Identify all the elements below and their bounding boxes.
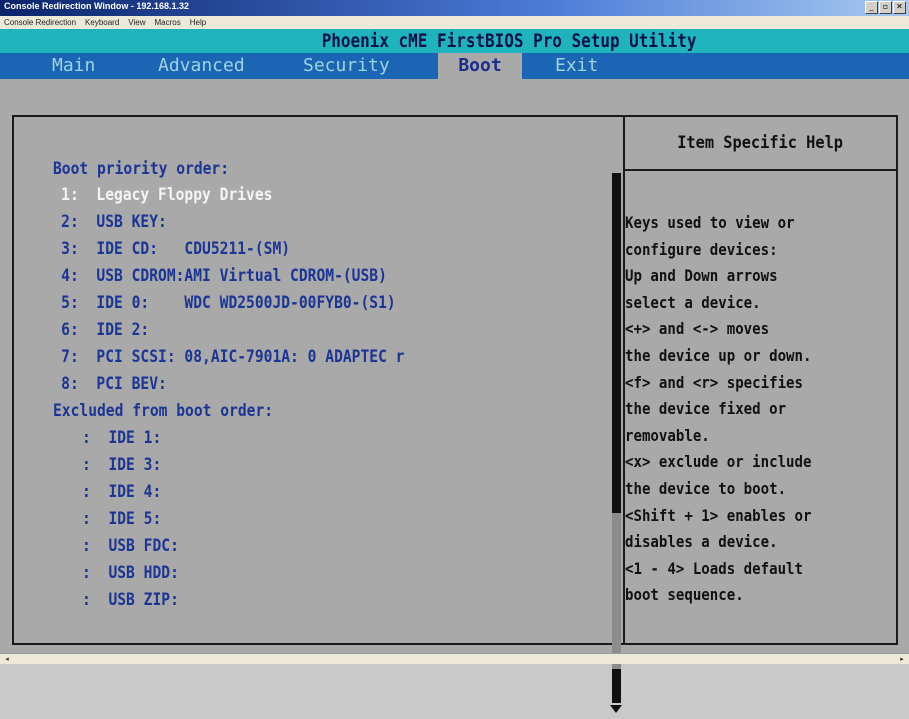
window-title: Console Redirection Window - 192.168.1.3… [4, 1, 189, 11]
help-line: <f> and <r> specifies [625, 372, 804, 392]
tab-security[interactable]: Security [303, 53, 390, 79]
boot-item[interactable]: 3: IDE CD: CDU5211-(SM) [53, 239, 329, 259]
help-line: disables a device. [625, 532, 778, 552]
help-line: Up and Down arrows [625, 266, 778, 286]
tab-main[interactable]: Main [52, 53, 95, 79]
minimize-icon[interactable]: _ [865, 1, 878, 14]
help-divider [625, 169, 896, 171]
menu-macros[interactable]: Macros [155, 16, 181, 29]
help-line: removable. [625, 425, 710, 445]
boot-item[interactable]: 4: USB CDROM:AMI Virtual CDROM-(USB) [53, 266, 441, 286]
boot-item[interactable]: 7: PCI SCSI: 08,AIC-7901A: 0 ADAPTEC r [53, 347, 462, 367]
window-controls: _ ▫ ✕ [865, 1, 906, 14]
close-icon[interactable]: ✕ [893, 1, 906, 14]
scroll-left-icon[interactable]: ◂ [2, 654, 12, 664]
menu-view[interactable]: View [128, 16, 145, 29]
window-titlebar[interactable]: Console Redirection Window - 192.168.1.3… [0, 0, 909, 16]
bios-title: Phoenix cME FirstBIOS Pro Setup Utility [0, 29, 909, 53]
boot-item[interactable]: 5: IDE 0: WDC WD2500JD-00FYB0-(S1) [53, 293, 451, 313]
help-line: boot sequence. [625, 585, 744, 605]
help-line: <+> and <-> moves [625, 319, 770, 339]
excluded-item[interactable]: : USB ZIP: [53, 590, 199, 610]
tab-exit[interactable]: Exit [555, 53, 598, 79]
boot-item[interactable]: 1: Legacy Floppy Drives [53, 185, 308, 205]
excluded-heading: Excluded from boot order: [53, 401, 274, 421]
help-line: <Shift + 1> enables or [625, 505, 812, 525]
menu-bar: Console Redirection Keyboard View Macros… [0, 16, 909, 29]
boot-item[interactable]: 8: PCI BEV: [53, 374, 185, 394]
bios-screen[interactable]: Phoenix cME FirstBIOS Pro Setup Utility … [0, 29, 909, 713]
menu-console-redirection[interactable]: Console Redirection [4, 16, 76, 29]
horizontal-scrollbar[interactable]: ◂ ▸ [0, 653, 909, 664]
boot-list-scrollbar[interactable] [610, 173, 622, 719]
tab-boot[interactable]: Boot [438, 53, 522, 79]
help-line: the device fixed or [625, 399, 787, 419]
excluded-item[interactable]: : IDE 4: [53, 482, 179, 502]
help-line: <1 - 4> Loads default [625, 558, 804, 578]
help-line: select a device. [625, 292, 761, 312]
excluded-item[interactable]: : IDE 1: [53, 428, 179, 448]
menu-keyboard[interactable]: Keyboard [85, 16, 119, 29]
console-window: Console Redirection Window - 192.168.1.3… [0, 0, 909, 713]
help-line: the device up or down. [625, 345, 812, 365]
help-title: Item Specific Help [677, 133, 844, 153]
boot-item[interactable]: 2: USB KEY: [53, 212, 185, 232]
help-line: configure devices: [625, 239, 778, 259]
menu-help[interactable]: Help [190, 16, 206, 29]
maximize-icon[interactable]: ▫ [879, 1, 892, 14]
help-text: Keys used to view or configure devices: … [625, 210, 885, 609]
help-line: the device to boot. [625, 478, 787, 498]
boot-item[interactable]: 6: IDE 2: [53, 320, 165, 340]
scrollbar-thumb[interactable] [612, 513, 621, 669]
excluded-item[interactable]: : USB FDC: [53, 536, 199, 556]
help-line: <x> exclude or include [625, 452, 812, 472]
excluded-item[interactable]: : IDE 5: [53, 509, 179, 529]
scroll-down-icon[interactable] [610, 705, 622, 713]
excluded-item[interactable]: : IDE 3: [53, 455, 179, 475]
excluded-item[interactable]: : USB HDD: [53, 563, 199, 583]
bios-tab-bar: Main Advanced Security Boot Exit [0, 53, 909, 79]
tab-advanced[interactable]: Advanced [158, 53, 245, 79]
help-line: Keys used to view or [625, 213, 795, 232]
scroll-right-icon[interactable]: ▸ [897, 654, 907, 664]
boot-priority-heading: Boot priority order: [53, 159, 230, 179]
